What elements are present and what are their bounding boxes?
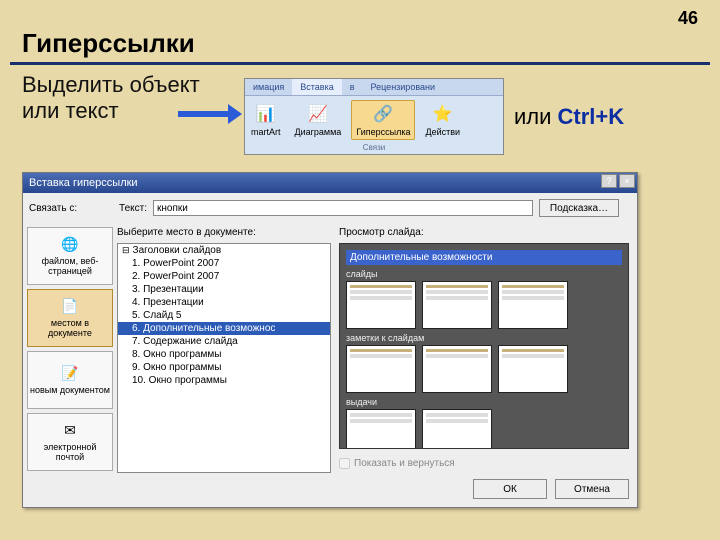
ribbon-tab[interactable]: Рецензировани: [363, 79, 444, 95]
ribbon-group-label: Связи: [245, 142, 503, 154]
link-with-label: Связать с:: [29, 203, 105, 214]
sidebar-label: местом в документе: [30, 319, 110, 339]
tree-label: Выберите место в документе:: [117, 227, 331, 238]
mail-icon: ✉: [61, 422, 79, 440]
thumb-icon: [498, 281, 568, 329]
ribbon-screenshot: имация Вставка в Рецензировани 📊 martArt …: [244, 78, 504, 155]
sidebar-file-web[interactable]: 🌐 файлом, веб-страницей: [27, 227, 113, 285]
tree-item[interactable]: 7. Содержание слайда: [118, 335, 330, 348]
preview-panel: Просмотр слайда: Дополнительные возможно…: [339, 227, 629, 449]
thumb-icon: [498, 345, 568, 393]
new-doc-icon: 📝: [61, 365, 79, 383]
text-label: Текст:: [111, 203, 147, 214]
tree-item[interactable]: 8. Окно программы: [118, 348, 330, 361]
ribbon-tabs: имация Вставка в Рецензировани: [245, 79, 503, 96]
close-button[interactable]: ×: [619, 174, 635, 188]
ribbon-tab[interactable]: имация: [245, 79, 292, 95]
ribbon-btn-chart[interactable]: 📈 Диаграмма: [291, 101, 346, 139]
preview-section-label: заметки к слайдам: [346, 333, 622, 343]
preview-section-label: слайды: [346, 269, 622, 279]
slide-preview: Дополнительные возможности слайды заметк…: [339, 243, 629, 449]
tree-item[interactable]: 9. Окно программы: [118, 361, 330, 374]
preview-label: Просмотр слайда:: [339, 227, 629, 238]
tree-item[interactable]: 2. PowerPoint 2007: [118, 270, 330, 283]
dialog-title: Вставка гиперссылки: [29, 177, 138, 189]
globe-icon: 🌐: [61, 236, 79, 254]
ribbon-btn-label: Гиперссылка: [356, 127, 410, 137]
shortcut-text: или Ctrl+K: [514, 104, 624, 130]
sidebar-email[interactable]: ✉ электронной почтой: [27, 413, 113, 471]
preview-section-label: выдачи: [346, 397, 622, 407]
thumb-icon: [422, 409, 492, 449]
sidebar-label: новым документом: [30, 386, 110, 396]
sidebar-label: файлом, веб-страницей: [30, 257, 110, 277]
link-icon: 🔗: [372, 103, 394, 125]
preview-slide-title: Дополнительные возможности: [346, 250, 622, 265]
ribbon-btn-action[interactable]: ⭐ Действи: [421, 101, 464, 139]
show-return-label: Показать и вернуться: [354, 458, 455, 469]
sidebar-place-in-doc[interactable]: 📄 местом в документе: [27, 289, 113, 347]
help-button[interactable]: ?: [601, 174, 617, 188]
document-icon: 📄: [61, 298, 79, 316]
ribbon-btn-label: Диаграмма: [295, 127, 342, 137]
graph-icon: 📈: [307, 103, 329, 125]
thumb-icon: [346, 409, 416, 449]
tree-item-selected[interactable]: 6. Дополнительные возможнос: [118, 322, 330, 335]
tree-item[interactable]: 3. Презентации: [118, 283, 330, 296]
shortcut-prefix: или: [514, 104, 558, 129]
text-row: Связать с: Текст: Подсказка…: [29, 199, 631, 217]
sidebar-label: электронной почтой: [30, 443, 110, 463]
tree-item[interactable]: 5. Слайд 5: [118, 309, 330, 322]
thumb-icon: [346, 281, 416, 329]
dialog-buttons: ОК Отмена: [473, 479, 629, 499]
thumb-icon: [422, 345, 492, 393]
slide-title: Гиперссылки: [22, 28, 195, 59]
link-type-sidebar: 🌐 файлом, веб-страницей 📄 местом в докумен…: [27, 227, 113, 501]
ribbon-tab[interactable]: в: [342, 79, 363, 95]
tree-item[interactable]: 10. Окно программы: [118, 374, 330, 387]
show-return-checkbox: [339, 458, 350, 469]
ribbon-body: 📊 martArt 📈 Диаграмма 🔗 Гиперссылка ⭐ Действ…: [245, 96, 503, 142]
thumb-icon: [346, 345, 416, 393]
hyperlink-dialog: Вставка гиперссылки ? × Связать с: Текст…: [22, 172, 638, 508]
arrow-icon: [178, 104, 242, 124]
sidebar-new-doc[interactable]: 📝 новым документом: [27, 351, 113, 409]
cancel-button[interactable]: Отмена: [555, 479, 629, 499]
page-number: 46: [678, 8, 698, 29]
dialog-titlebar: Вставка гиперссылки ? ×: [23, 173, 637, 193]
ribbon-btn-label: Действи: [425, 127, 460, 137]
tree-item[interactable]: 1. PowerPoint 2007: [118, 257, 330, 270]
display-text-input[interactable]: [153, 200, 533, 216]
slide-tree[interactable]: Заголовки слайдов 1. PowerPoint 2007 2. …: [117, 243, 331, 473]
tree-root[interactable]: Заголовки слайдов: [118, 244, 330, 257]
shortcut-key: Ctrl+K: [558, 104, 625, 129]
ribbon-btn-smartart[interactable]: 📊 martArt: [247, 101, 285, 139]
chart-icon: 📊: [255, 103, 277, 125]
ribbon-btn-hyperlink[interactable]: 🔗 Гиперссылка: [351, 100, 415, 140]
tree-item[interactable]: 4. Презентации: [118, 296, 330, 309]
ok-button[interactable]: ОК: [473, 479, 547, 499]
star-icon: ⭐: [432, 103, 454, 125]
ribbon-btn-label: martArt: [251, 127, 281, 137]
ribbon-tab-insert[interactable]: Вставка: [292, 79, 341, 95]
divider: [10, 62, 710, 65]
screentip-button[interactable]: Подсказка…: [539, 199, 619, 217]
show-return-row: Показать и вернуться: [339, 458, 455, 469]
thumb-icon: [422, 281, 492, 329]
tree-panel: Выберите место в документе: Заголовки сл…: [117, 227, 331, 473]
